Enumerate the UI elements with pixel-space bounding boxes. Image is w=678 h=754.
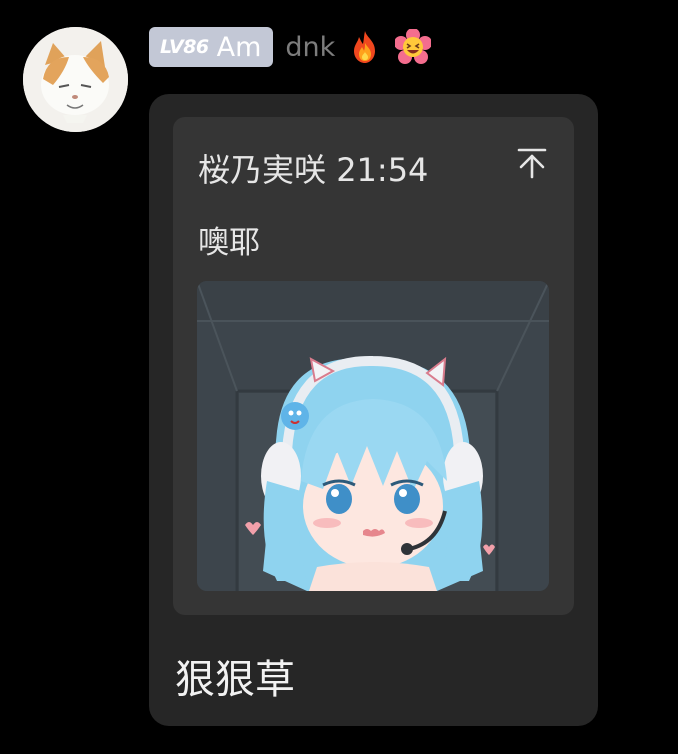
anime-girl-sticker (197, 281, 549, 591)
chat-page: LV86 Am dnk 桜乃実咲 21:54 噢耶 狠狠草 (0, 0, 678, 754)
quote-text: 噢耶 (198, 225, 260, 261)
quote-meta: 桜乃実咲 21:54 (198, 145, 428, 191)
fire-icon (347, 29, 383, 65)
laughing-flower-icon (394, 28, 433, 65)
quote-time: 21:54 (336, 151, 429, 189)
quote-image[interactable] (197, 281, 549, 591)
role-title: Am (216, 31, 262, 63)
level-label: LV86 (160, 36, 209, 58)
jump-to-top-icon[interactable] (516, 147, 548, 179)
cat-avatar-icon (23, 27, 128, 132)
username[interactable]: dnk (285, 32, 335, 63)
sender-header: LV86 Am dnk (149, 26, 433, 68)
message-text: 狠狠草 (175, 657, 295, 703)
avatar[interactable] (23, 27, 128, 132)
quoted-message[interactable]: 桜乃実咲 21:54 噢耶 (173, 117, 574, 615)
level-badge[interactable]: LV86 Am (149, 27, 274, 67)
quote-author: 桜乃実咲 (198, 151, 327, 189)
message-bubble[interactable]: 桜乃実咲 21:54 噢耶 狠狠草 (149, 94, 598, 726)
